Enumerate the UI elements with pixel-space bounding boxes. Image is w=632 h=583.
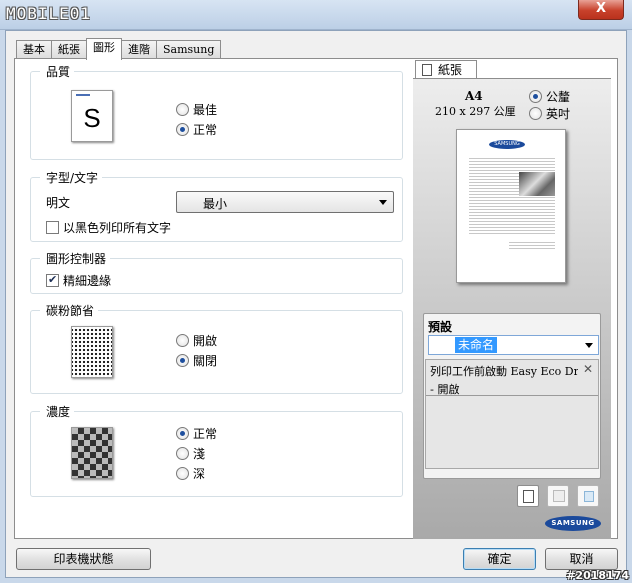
trash-icon bbox=[584, 491, 594, 502]
preset-box: 預設 未命名 列印工作前啟動 Easy Eco Dri... ✕ - 開啟 bbox=[423, 313, 601, 479]
close-button[interactable]: X bbox=[578, 0, 624, 20]
unit-inch-label: 英吋 bbox=[546, 106, 571, 121]
toner-save-group-title: 碳粉節省 bbox=[40, 302, 99, 319]
radio-icon[interactable] bbox=[176, 446, 189, 460]
blank-page-icon bbox=[523, 490, 534, 503]
density-light-option[interactable]: 淺 bbox=[176, 444, 205, 462]
printer-status-button[interactable]: 印表機狀態 bbox=[16, 548, 151, 570]
tab-graphics[interactable]: 圖形 bbox=[86, 38, 122, 60]
black-text-option[interactable]: 以黑色列印所有文字 bbox=[46, 218, 171, 236]
unit-inch-option[interactable]: 英吋 bbox=[529, 104, 570, 122]
toner-save-group: 碳粉節省 開啟 關閉 bbox=[30, 302, 403, 394]
checkbox-icon[interactable] bbox=[46, 273, 59, 287]
save-preset-button[interactable] bbox=[547, 485, 569, 507]
graphics-controller-group: 圖形控制器 精細邊緣 bbox=[30, 250, 403, 294]
font-text-group: 字型/文字 明文 最小 以黑色列印所有文字 bbox=[30, 169, 403, 242]
toner-on-label: 開啟 bbox=[193, 333, 218, 348]
cancel-button[interactable]: 取消 bbox=[545, 548, 618, 570]
tab-paper[interactable]: 紙張 bbox=[51, 40, 87, 59]
preset-item-title: 列印工作前啟動 Easy Eco Dri... bbox=[430, 365, 578, 378]
density-group-title: 濃度 bbox=[40, 403, 75, 420]
quality-normal-option[interactable]: 正常 bbox=[176, 120, 217, 138]
remove-icon[interactable]: ✕ bbox=[583, 362, 593, 376]
save-icon bbox=[553, 490, 565, 502]
toner-preview-image bbox=[71, 326, 113, 378]
tab-samsung[interactable]: Samsung bbox=[156, 40, 222, 59]
preset-select[interactable]: 未命名 bbox=[428, 335, 599, 355]
paper-preview-tab-label: 紙張 bbox=[438, 63, 463, 77]
graphics-controller-group-title: 圖形控制器 bbox=[40, 250, 111, 267]
page-icon bbox=[422, 64, 432, 76]
quality-preview-image: S bbox=[71, 90, 113, 142]
toner-off-label: 關閉 bbox=[193, 353, 218, 368]
delete-preset-button[interactable] bbox=[577, 485, 599, 507]
tab-strip: 基本 紙張 圖形 進階 Samsung bbox=[16, 38, 222, 60]
density-dark-label: 深 bbox=[193, 466, 206, 481]
density-preview-image bbox=[71, 427, 113, 479]
page-preview: SAMSUNG bbox=[456, 129, 566, 283]
preset-select-value: 未命名 bbox=[455, 337, 498, 353]
density-light-label: 淺 bbox=[193, 446, 206, 461]
chevron-down-icon bbox=[379, 200, 387, 205]
radio-icon[interactable] bbox=[176, 426, 189, 440]
quality-preview-letter: S bbox=[83, 103, 101, 133]
preset-title: 預設 bbox=[428, 320, 453, 334]
unit-metric-label: 公釐 bbox=[546, 89, 571, 104]
radio-icon[interactable] bbox=[176, 102, 189, 116]
fine-edge-label: 精細邊緣 bbox=[63, 273, 112, 288]
page-preview-footer-lines bbox=[509, 240, 555, 250]
tab-advanced[interactable]: 進階 bbox=[121, 40, 157, 59]
samsung-logo: SAMSUNG bbox=[545, 516, 601, 531]
density-normal-label: 正常 bbox=[193, 426, 218, 441]
dialog-frame: 基本 紙張 圖形 進階 Samsung 品質 S 最佳 正常 字型/文字 明文 bbox=[5, 30, 627, 578]
density-normal-option[interactable]: 正常 bbox=[176, 424, 217, 442]
radio-icon[interactable] bbox=[529, 106, 542, 120]
density-dark-option[interactable]: 深 bbox=[176, 464, 205, 482]
radio-icon[interactable] bbox=[176, 333, 189, 347]
quality-group-title: 品質 bbox=[40, 63, 75, 80]
black-text-label: 以黑色列印所有文字 bbox=[63, 220, 172, 235]
paper-size-name: A4 bbox=[465, 89, 483, 103]
paper-size-dims: 210 x 297 公厘 bbox=[435, 105, 516, 118]
toner-off-option[interactable]: 關閉 bbox=[176, 351, 217, 369]
radio-icon[interactable] bbox=[176, 466, 189, 480]
font-text-label: 明文 bbox=[46, 196, 71, 210]
tab-basic[interactable]: 基本 bbox=[16, 40, 52, 59]
font-text-select[interactable]: 最小 bbox=[176, 191, 394, 213]
new-preset-button[interactable] bbox=[517, 485, 539, 507]
title-logo: MOBILE01 bbox=[6, 4, 92, 23]
fine-edge-option[interactable]: 精細邊緣 bbox=[46, 271, 111, 289]
title-bar: MOBILE01 X bbox=[0, 0, 632, 30]
chevron-down-icon bbox=[585, 343, 593, 348]
font-text-select-value: 最小 bbox=[203, 197, 228, 211]
preset-divider bbox=[426, 395, 598, 396]
quality-group: 品質 S 最佳 正常 bbox=[30, 63, 403, 160]
paper-preview-panel: A4 210 x 297 公厘 公釐 英吋 SAMSUNG 預設 未命名 列印工… bbox=[413, 78, 611, 539]
watermark: #2018174 bbox=[566, 569, 629, 582]
preset-list: 列印工作前啟動 Easy Eco Dri... ✕ - 開啟 bbox=[425, 359, 599, 469]
page-preview-image bbox=[519, 172, 555, 196]
radio-icon[interactable] bbox=[176, 122, 189, 136]
page-preview-logo: SAMSUNG bbox=[489, 140, 525, 149]
radio-icon[interactable] bbox=[176, 353, 189, 367]
checkbox-icon[interactable] bbox=[46, 220, 59, 234]
density-group: 濃度 正常 淺 深 bbox=[30, 403, 403, 497]
font-text-group-title: 字型/文字 bbox=[40, 169, 103, 186]
ok-button[interactable]: 確定 bbox=[463, 548, 536, 570]
unit-metric-option[interactable]: 公釐 bbox=[529, 87, 570, 105]
quality-best-label: 最佳 bbox=[193, 102, 218, 117]
toner-on-option[interactable]: 開啟 bbox=[176, 331, 217, 349]
paper-preview-tab[interactable]: 紙張 bbox=[415, 60, 477, 79]
quality-best-option[interactable]: 最佳 bbox=[176, 100, 217, 118]
quality-normal-label: 正常 bbox=[193, 122, 218, 137]
radio-icon[interactable] bbox=[529, 89, 542, 103]
